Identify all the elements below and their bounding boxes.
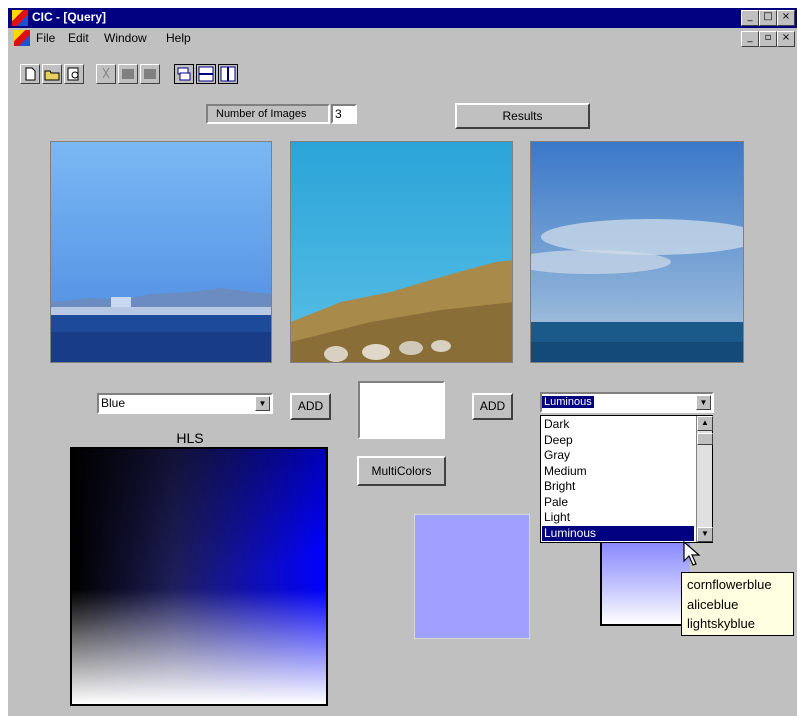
list-item-pale[interactable]: Pale [542,495,694,511]
tooltip-line-2: aliceblue [687,596,739,612]
number-of-images-label: Number of Images [206,104,330,124]
title-bar[interactable]: CIC - [Query] _ □ × [8,8,797,28]
chevron-down-icon[interactable]: ▼ [696,395,711,410]
open-folder-icon[interactable] [42,64,62,84]
add-color-button[interactable]: ADD [290,393,331,420]
menu-window[interactable]: Window [104,31,147,45]
mdi-restore-button[interactable]: ▫ [759,31,777,47]
list-item-bright[interactable]: Bright [542,479,694,495]
results-button[interactable]: Results [455,103,590,129]
paste-icon[interactable] [140,64,160,84]
result-image-3[interactable] [530,141,744,363]
list-item-medium[interactable]: Medium [542,464,694,480]
tile-vertical-icon[interactable] [218,64,238,84]
multicolor-preview [358,381,445,439]
list-item-luminous[interactable]: Luminous [542,525,694,541]
chevron-down-icon[interactable]: ▼ [255,396,270,411]
color-select[interactable]: Blue ▼ [97,393,273,414]
list-item-light[interactable]: Light [542,510,694,526]
add-intensity-button[interactable]: ADD [472,393,513,420]
document-icon[interactable] [14,30,30,46]
toolbar [20,64,290,86]
intensity-select-value: Luminous [542,396,594,408]
cascade-icon[interactable] [174,64,194,84]
maximize-button[interactable]: □ [759,10,777,26]
dropdown-scrollbar[interactable]: ▲ ▼ [696,416,713,542]
print-preview-icon[interactable] [64,64,84,84]
list-item-gray[interactable]: Gray [542,448,694,464]
menu-bar: File Edit Window Help _ ▫ × [8,28,797,48]
copy-icon[interactable] [118,64,138,84]
tile-horizontal-icon[interactable] [196,64,216,84]
menu-file[interactable]: File [36,31,55,45]
intensity-dropdown-list[interactable]: Dark Deep Gray Medium Bright Pale Light … [540,415,713,543]
hls-color-picker[interactable] [70,447,328,706]
list-item-dark[interactable]: Dark [542,417,694,433]
intensity-gradient [600,536,690,626]
mdi-close-button[interactable]: × [777,31,795,47]
tooltip-line-3: lightskyblue [687,616,755,631]
app-icon [12,10,28,26]
mouse-cursor-icon [683,540,703,569]
color-name-tooltip: cornflowerblue aliceblue lightskyblue [681,572,794,636]
scroll-thumb[interactable] [697,433,713,445]
menu-help[interactable]: Help [166,31,191,45]
list-item-deep[interactable]: Deep [542,433,694,449]
minimize-button[interactable]: _ [741,10,759,26]
menu-edit[interactable]: Edit [68,31,89,45]
scroll-down-icon[interactable]: ▼ [697,527,713,542]
tooltip-line-1: cornflowerblue [687,577,772,592]
new-file-icon[interactable] [20,64,40,84]
scroll-up-icon[interactable]: ▲ [697,416,713,431]
color-select-value: Blue [101,396,126,410]
window-title: CIC - [Query] [32,10,107,24]
result-image-1[interactable] [50,141,272,363]
close-button[interactable]: × [777,10,795,26]
intensity-select[interactable]: Luminous ▼ [540,392,714,413]
color-swatch [414,514,530,639]
multicolors-button[interactable]: MultiColors [357,456,446,486]
number-of-images-input[interactable]: 3 [331,104,357,124]
hls-label: HLS [176,430,204,446]
mdi-minimize-button[interactable]: _ [741,31,759,47]
result-image-2[interactable] [290,141,513,363]
cut-icon[interactable] [96,64,116,84]
